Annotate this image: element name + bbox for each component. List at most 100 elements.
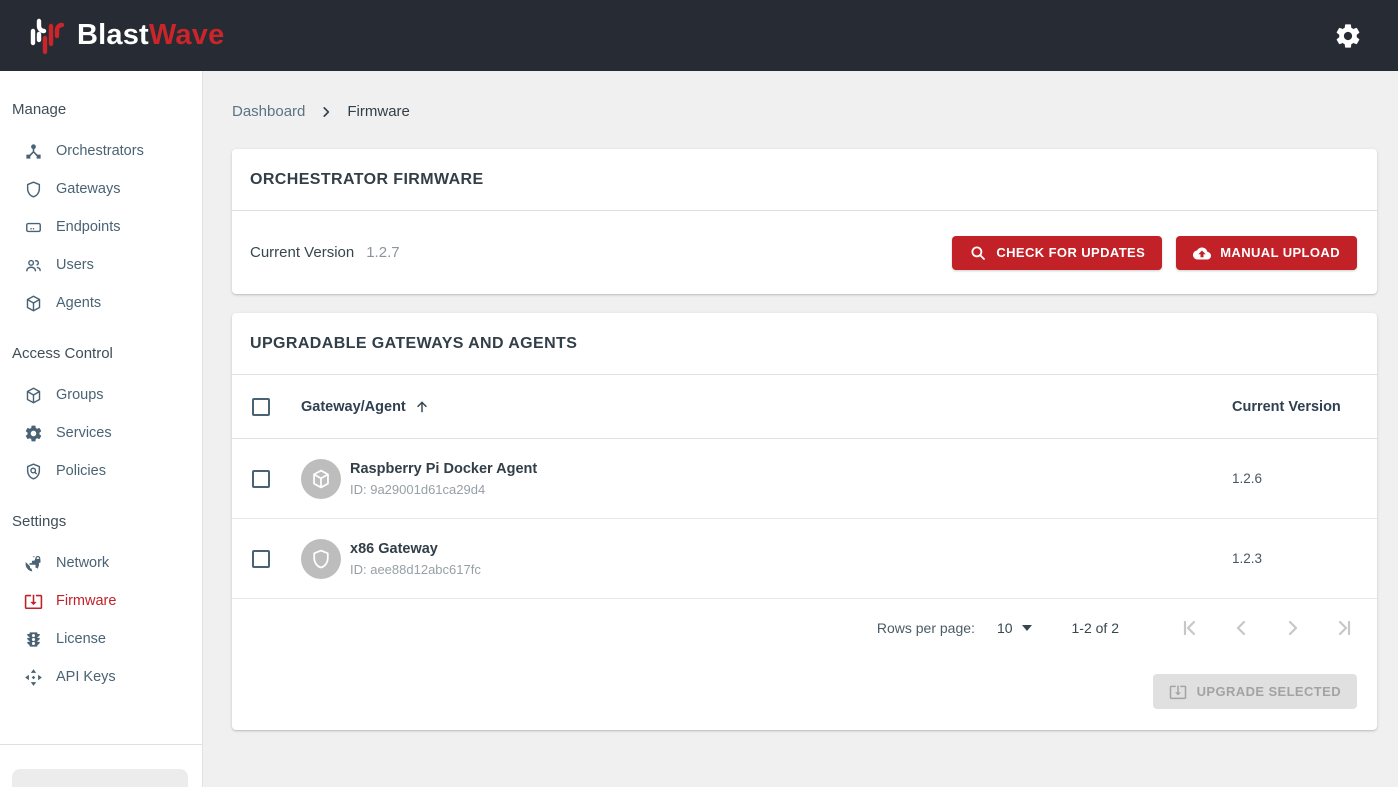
row-id: ID: 9a29001d61ca29d4 (350, 482, 537, 497)
upgradable-gateways-card: UPGRADABLE GATEWAYS AND AGENTS Gateway/A… (232, 313, 1377, 730)
pagination-range-label: 1-2 of 2 (1072, 620, 1119, 636)
last-page-icon[interactable] (1333, 616, 1357, 640)
current-version: Current Version 1.2.7 (250, 244, 400, 261)
check-for-updates-button[interactable]: CHECK FOR UPDATES (952, 236, 1162, 270)
sidebar-item-firmware[interactable]: Firmware (0, 582, 202, 620)
cloud-upload-icon (1193, 244, 1211, 262)
package-icon (24, 386, 43, 405)
sidebar-item-label: Orchestrators (56, 143, 144, 159)
shield-icon (24, 180, 43, 199)
sidebar-item-label: Network (56, 555, 109, 571)
package-icon (24, 294, 43, 313)
orchestrator-firmware-card: ORCHESTRATOR FIRMWARE Current Version 1.… (232, 149, 1377, 294)
current-version-value: 1.2.7 (366, 244, 399, 261)
sidebar-heading-settings: Settings (0, 507, 202, 544)
sidebar-item-label: Agents (56, 295, 101, 311)
orchestrator-card-header: ORCHESTRATOR FIRMWARE (232, 149, 1377, 211)
gear-icon (24, 424, 43, 443)
sidebar-item-label: Services (56, 425, 112, 441)
sidebar-item-label: Gateways (56, 181, 120, 197)
table-row[interactable]: Raspberry Pi Docker Agent ID: 9a29001d61… (232, 439, 1377, 519)
firmware-actions: CHECK FOR UPDATES MANUAL UPLOAD (952, 236, 1357, 270)
sidebar-item-policies[interactable]: Policies (0, 452, 202, 490)
sidebar-item-users[interactable]: Users (0, 246, 202, 284)
row-name: Raspberry Pi Docker Agent (350, 461, 537, 477)
upgrade-selected-button[interactable]: UPGRADE SELECTED (1153, 674, 1357, 709)
row-checkbox[interactable] (252, 470, 270, 488)
sidebar-item-services[interactable]: Services (0, 414, 202, 452)
policy-shield-icon (24, 462, 43, 481)
top-bar: BlastWave (0, 0, 1398, 71)
shield-icon (310, 548, 332, 570)
pagination-bar: Rows per page: 10 1-2 of 2 (232, 599, 1377, 657)
blastwave-logo-icon (28, 14, 66, 58)
manual-upload-button[interactable]: MANUAL UPLOAD (1176, 236, 1357, 270)
avatar (301, 459, 341, 499)
sidebar-item-network[interactable]: Network (0, 544, 202, 582)
globe-lock-icon (24, 554, 43, 573)
orchestrator-card-title: ORCHESTRATOR FIRMWARE (250, 171, 484, 189)
settings-gear-icon[interactable] (1334, 22, 1362, 50)
row-text: x86 Gateway ID: aee88d12abc617fc (350, 541, 481, 577)
sidebar-heading-manage: Manage (0, 95, 202, 132)
avatar (301, 539, 341, 579)
sidebar-item-label: API Keys (56, 669, 116, 685)
api-keys-icon (24, 668, 43, 687)
column-header-current-version: Current Version (1232, 399, 1341, 415)
check-for-updates-label: CHECK FOR UPDATES (996, 245, 1145, 260)
row-version: 1.2.6 (1232, 471, 1262, 486)
search-icon (969, 244, 987, 262)
manual-upload-label: MANUAL UPLOAD (1220, 245, 1340, 260)
sidebar-item-gateways[interactable]: Gateways (0, 170, 202, 208)
brand-name: BlastWave (77, 19, 224, 52)
brand-name-blast: Blast (77, 19, 149, 51)
sidebar-item-api-keys[interactable]: API Keys (0, 658, 202, 696)
rows-per-page-select[interactable]: 10 (997, 620, 1032, 636)
sidebar-item-agents[interactable]: Agents (0, 284, 202, 322)
table-header-row: Gateway/Agent Current Version (232, 375, 1377, 439)
main-content: Dashboard Firmware ORCHESTRATOR FIRMWARE… (203, 71, 1398, 787)
next-page-icon[interactable] (1281, 616, 1305, 640)
chevron-right-icon (319, 105, 333, 119)
row-name: x86 Gateway (350, 541, 481, 557)
first-page-icon[interactable] (1177, 616, 1201, 640)
sidebar-item-groups[interactable]: Groups (0, 376, 202, 414)
rows-per-page-value: 10 (997, 620, 1013, 636)
table-row[interactable]: x86 Gateway ID: aee88d12abc617fc 1.2.3 (232, 519, 1377, 599)
column-header-gateway-agent-label: Gateway/Agent (301, 399, 406, 415)
sidebar-section-access-control: Access Control Groups Services Policies (0, 339, 202, 490)
sidebar-item-label: Users (56, 257, 94, 273)
sidebar-item-label: Firmware (56, 593, 116, 609)
users-icon (24, 256, 43, 275)
sidebar-item-label: Policies (56, 463, 106, 479)
device-hub-icon (24, 142, 43, 161)
row-checkbox[interactable] (252, 550, 270, 568)
upgrade-action-row: UPGRADE SELECTED (232, 657, 1377, 730)
breadcrumb: Dashboard Firmware (232, 103, 1377, 120)
package-icon (310, 468, 332, 490)
sidebar-item-endpoints[interactable]: Endpoints (0, 208, 202, 246)
sidebar: Manage Orchestrators Gateways Endpoints (0, 71, 203, 787)
gateways-card-title: UPGRADABLE GATEWAYS AND AGENTS (250, 335, 577, 353)
select-all-checkbox[interactable] (252, 398, 270, 416)
traffic-light-icon (24, 630, 43, 649)
sidebar-heading-access-control: Access Control (0, 339, 202, 376)
firmware-download-icon (1169, 683, 1187, 701)
row-text: Raspberry Pi Docker Agent ID: 9a29001d61… (350, 461, 537, 497)
gateways-card-header: UPGRADABLE GATEWAYS AND AGENTS (232, 313, 1377, 375)
rows-per-page-label: Rows per page: (877, 620, 975, 636)
sidebar-item-orchestrators[interactable]: Orchestrators (0, 132, 202, 170)
previous-page-icon[interactable] (1229, 616, 1253, 640)
caret-down-icon (1022, 625, 1032, 631)
brand-logo[interactable]: BlastWave (28, 14, 224, 58)
sidebar-item-label: Endpoints (56, 219, 121, 235)
sidebar-section-manage: Manage Orchestrators Gateways Endpoints (0, 95, 202, 322)
current-version-label: Current Version (250, 244, 354, 261)
server-icon (24, 218, 43, 237)
breadcrumb-dashboard[interactable]: Dashboard (232, 103, 305, 120)
sidebar-item-license[interactable]: License (0, 620, 202, 658)
brand-name-wave: Wave (149, 19, 224, 51)
sidebar-collapse-button[interactable] (12, 769, 188, 787)
column-header-gateway-agent[interactable]: Gateway/Agent (301, 399, 430, 415)
breadcrumb-firmware: Firmware (347, 103, 410, 120)
